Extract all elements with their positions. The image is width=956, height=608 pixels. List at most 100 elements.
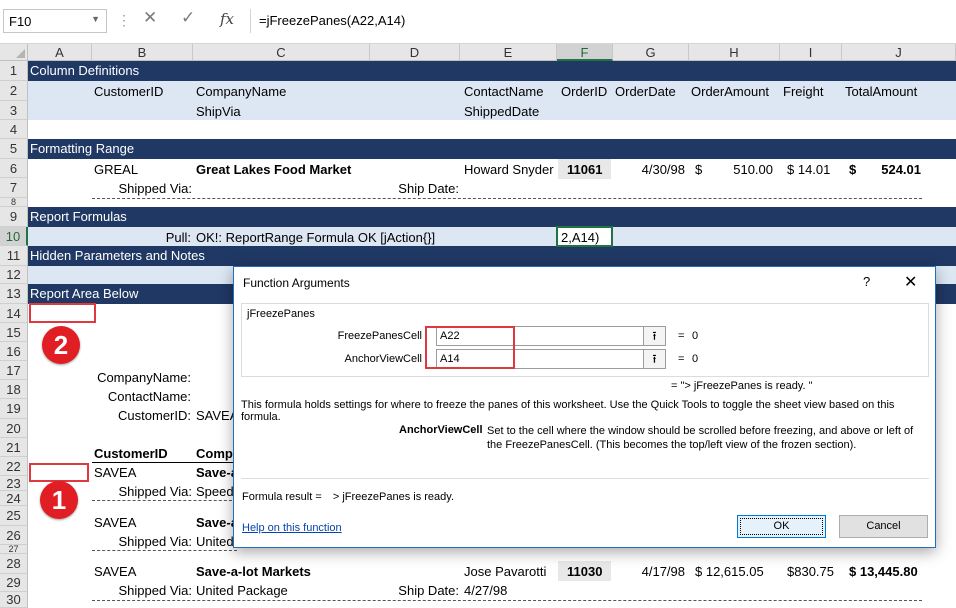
column-header[interactable]: I [780,44,842,61]
row28-freight[interactable]: $830.75 [787,564,834,579]
row29-ship-date[interactable]: 4/27/98 [464,583,507,598]
collapse-dialog-icon[interactable]: ⭱ [643,349,666,369]
row-header[interactable]: 15 [0,323,28,342]
row28-order-id[interactable]: 11030 [567,564,602,579]
fx-icon[interactable]: fx [220,10,234,28]
column-header[interactable]: H [689,44,780,61]
row-header[interactable]: 23 [0,476,28,491]
row-header[interactable]: 27 [0,545,28,554]
column-header[interactable]: C [193,44,370,61]
collapse-dialog-icon[interactable]: ⭱ [643,326,666,346]
select-all-button[interactable] [0,44,28,61]
fmt-customer-id[interactable]: GREAL [94,162,138,177]
coldef-cell[interactable]: OrderID [561,84,607,99]
row-header[interactable]: 20 [0,419,28,438]
section-band-report-formulas: Report Formulas [28,207,956,227]
row-header[interactable]: 22 [0,457,28,476]
table-header-company[interactable]: Comp [196,446,233,461]
row-header[interactable]: 24 [0,491,28,506]
row-header[interactable]: 14 [0,304,28,323]
column-header[interactable]: B [92,44,193,61]
formula-result-label: Formula result = [242,491,322,503]
column-header[interactable]: F [557,44,613,61]
row22-customer-id[interactable]: SAVEA [94,465,136,480]
fmt-order-id[interactable]: 11061 [567,162,602,177]
row28-order-date[interactable]: 4/17/98 [618,564,685,579]
row28-customer-id[interactable]: SAVEA [94,564,136,579]
coldef-cell[interactable]: CompanyName [196,84,286,99]
fmt-contact[interactable]: Howard Snyder [464,162,554,177]
row28-company[interactable]: Save-a-lot Markets [196,564,311,579]
row-header[interactable]: 1 [0,61,28,81]
coldef-cell[interactable]: CustomerID [94,84,163,99]
row25-customer-id[interactable]: SAVEA [94,515,136,530]
row-header[interactable]: 16 [0,342,28,361]
row-header[interactable]: 7 [0,178,28,198]
coldef-cell[interactable]: Freight [783,84,823,99]
row-header[interactable]: 21 [0,438,28,457]
fmt-order-amount[interactable]: 510.00 [700,162,773,177]
fmt-company[interactable]: Great Lakes Food Market [196,162,351,177]
coldef-cell[interactable]: OrderAmount [691,84,769,99]
close-icon[interactable]: ✕ [143,8,157,28]
arg-equals: = [678,330,685,342]
name-box[interactable]: F10 ▼ [3,9,107,33]
chevron-down-icon[interactable]: ▼ [91,14,100,24]
column-header[interactable]: G [613,44,689,61]
pull-value[interactable]: OK!: ReportRange Formula OK [jAction{}] [196,230,435,245]
column-header[interactable]: D [370,44,460,61]
row-header[interactable]: 2 [0,81,28,101]
row-header[interactable]: 8 [0,198,28,207]
coldef-cell[interactable]: OrderDate [615,84,676,99]
formula-input[interactable]: =jFreezePanes(A22,A14) [250,9,950,33]
help-icon[interactable]: ? [863,274,870,289]
cancel-button[interactable]: Cancel [839,515,928,538]
row-divider [92,500,237,501]
column-header[interactable]: J [842,44,956,61]
check-icon[interactable]: ✓ [181,8,195,28]
table-header-customer-id[interactable]: CustomerID [94,446,168,461]
row26-shipped-via[interactable]: United [196,534,234,549]
row-header[interactable]: 19 [0,399,28,419]
coldef-cell[interactable]: ContactName [464,84,543,99]
row-header[interactable]: 6 [0,159,28,178]
coldef-cell[interactable]: TotalAmount [845,84,917,99]
row-header[interactable]: 25 [0,506,28,526]
fmt-freight[interactable]: $ 14.01 [787,162,830,177]
row28-order-amount[interactable]: $ 12,615.05 [695,564,764,579]
row-header[interactable]: 12 [0,266,28,284]
row-header[interactable]: 28 [0,554,28,574]
active-cell-f10[interactable]: 2,A14) [556,226,613,247]
column-header[interactable]: E [460,44,557,61]
row-header[interactable]: 4 [0,120,28,139]
row-header[interactable]: 17 [0,361,28,380]
fmt-order-date[interactable]: 4/30/98 [618,162,685,177]
row22-company[interactable]: Save-a [196,465,238,480]
row28-contact[interactable]: Jose Pavarotti [464,564,546,579]
row-header[interactable]: 9 [0,207,28,227]
help-link[interactable]: Help on this function [242,522,342,534]
ok-button[interactable]: OK [737,515,826,538]
row-header[interactable]: 3 [0,101,28,120]
row28-total[interactable]: $ 13,445.80 [849,564,918,579]
row29-shipped-via[interactable]: United Package [196,583,288,598]
row-header[interactable]: 10 [0,227,28,246]
fmt-total[interactable]: 524.01 [860,162,921,177]
row-header[interactable]: 30 [0,592,28,608]
section-title: Column Definitions [30,63,140,78]
row-header[interactable]: 5 [0,139,28,159]
arg-equals: = [678,353,685,365]
close-icon[interactable]: ✕ [904,272,917,292]
row-header[interactable]: 29 [0,574,28,592]
row25-company[interactable]: Save-a [196,515,238,530]
row-header[interactable]: 18 [0,380,28,399]
row-header[interactable]: 13 [0,284,28,304]
coldef-cell[interactable]: ShippedDate [464,104,539,119]
row-header[interactable]: 11 [0,246,28,266]
selected-arg-description: Set to the cell where the window should … [487,425,914,451]
highlight-box-a14 [29,303,96,323]
row-header[interactable]: 26 [0,526,28,545]
column-header[interactable]: A [28,44,92,61]
coldef-cell[interactable]: ShipVia [196,104,241,119]
formula-bar-grip: ⋮ [117,12,131,28]
